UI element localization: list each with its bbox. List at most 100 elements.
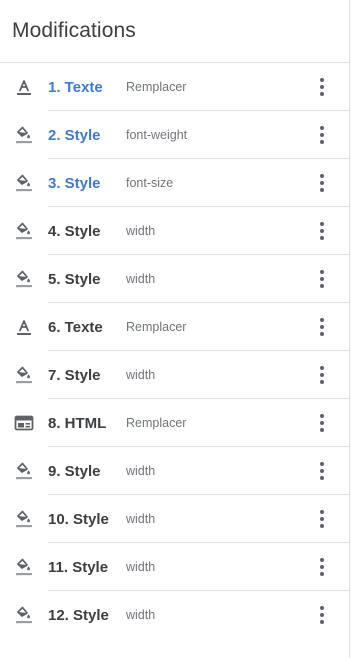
paint-bucket-icon — [12, 363, 36, 387]
modification-detail: width — [126, 272, 156, 286]
paint-bucket-icon — [12, 171, 36, 195]
modification-item[interactable]: 7. Style width — [0, 351, 349, 399]
more-dot — [320, 524, 324, 528]
modification-detail: width — [126, 512, 156, 526]
modification-item[interactable]: 9. Style width — [0, 447, 349, 495]
more-vert-icon[interactable] — [310, 551, 334, 583]
more-vert-icon[interactable] — [310, 167, 334, 199]
modification-item[interactable]: 1. Texte Remplacer — [0, 63, 349, 111]
more-dot — [320, 92, 324, 96]
modification-label: 7. Style — [48, 366, 101, 384]
modification-label: 10. Style — [48, 510, 109, 528]
more-dot — [320, 517, 324, 521]
more-dot — [320, 510, 324, 514]
panel-title: Modifications — [12, 19, 136, 42]
modifications-list: 1. Texte Remplacer 2. Style font-weight 3.… — [0, 63, 349, 639]
paint-bucket-icon — [12, 555, 36, 579]
modification-detail: width — [126, 224, 156, 238]
modification-label: 12. Style — [48, 606, 109, 624]
more-dot — [320, 620, 324, 624]
modification-detail: width — [126, 464, 156, 478]
more-vert-icon[interactable] — [310, 263, 334, 295]
modification-detail: Remplacer — [126, 320, 187, 334]
modification-detail: width — [126, 560, 156, 574]
more-vert-icon[interactable] — [310, 407, 334, 439]
modification-item[interactable]: 10. Style width — [0, 495, 349, 543]
more-dot — [320, 85, 324, 89]
modification-label: 8. HTML — [48, 414, 107, 432]
more-dot — [320, 133, 324, 137]
more-dot — [320, 428, 324, 432]
more-dot — [320, 188, 324, 192]
paint-bucket-icon — [12, 459, 36, 483]
modifications-panel: Modifications 1. Texte Remplacer 2. Style… — [0, 0, 350, 658]
more-dot — [320, 126, 324, 130]
modification-detail: width — [126, 368, 156, 382]
modification-detail: Remplacer — [126, 80, 187, 94]
more-dot — [320, 325, 324, 329]
text-format-icon — [12, 75, 36, 99]
more-dot — [320, 380, 324, 384]
modification-detail: font-weight — [126, 128, 188, 142]
more-dot — [320, 476, 324, 480]
more-dot — [320, 558, 324, 562]
modification-label: 3. Style — [48, 174, 101, 192]
more-dot — [320, 414, 324, 418]
more-dot — [320, 421, 324, 425]
more-vert-icon[interactable] — [310, 455, 334, 487]
modification-item[interactable]: 5. Style width — [0, 255, 349, 303]
more-vert-icon[interactable] — [310, 599, 334, 631]
modification-label: 1. Texte — [48, 78, 103, 96]
more-dot — [320, 332, 324, 336]
modification-label: 9. Style — [48, 462, 101, 480]
modification-item[interactable]: 2. Style font-weight — [0, 111, 349, 159]
more-dot — [320, 270, 324, 274]
more-dot — [320, 572, 324, 576]
paint-bucket-icon — [12, 603, 36, 627]
modification-item[interactable]: 4. Style width — [0, 207, 349, 255]
more-vert-icon[interactable] — [310, 215, 334, 247]
more-dot — [320, 277, 324, 281]
panel-header: Modifications — [0, 0, 349, 63]
more-dot — [320, 366, 324, 370]
paint-bucket-icon — [12, 267, 36, 291]
paint-bucket-icon — [12, 507, 36, 531]
more-dot — [320, 78, 324, 82]
more-vert-icon[interactable] — [310, 311, 334, 343]
more-vert-icon[interactable] — [310, 503, 334, 535]
more-vert-icon[interactable] — [310, 359, 334, 391]
more-dot — [320, 222, 324, 226]
more-dot — [320, 140, 324, 144]
more-dot — [320, 318, 324, 322]
more-dot — [320, 236, 324, 240]
more-dot — [320, 469, 324, 473]
more-dot — [320, 565, 324, 569]
more-dot — [320, 462, 324, 466]
modification-label: 5. Style — [48, 270, 101, 288]
modification-item[interactable]: 3. Style font-size — [0, 159, 349, 207]
modification-label: 2. Style — [48, 126, 101, 144]
modification-detail: font-size — [126, 176, 174, 190]
text-format-icon — [12, 315, 36, 339]
more-dot — [320, 613, 324, 617]
modification-detail: Remplacer — [126, 416, 187, 430]
paint-bucket-icon — [12, 219, 36, 243]
more-vert-icon[interactable] — [310, 119, 334, 151]
more-dot — [320, 606, 324, 610]
modification-item[interactable]: 12. Style width — [0, 591, 349, 639]
modification-label: 4. Style — [48, 222, 101, 240]
more-dot — [320, 174, 324, 178]
modification-item[interactable]: 8. HTML Remplacer — [0, 399, 349, 447]
more-dot — [320, 229, 324, 233]
modification-label: 11. Style — [48, 558, 109, 576]
modification-item[interactable]: 6. Texte Remplacer — [0, 303, 349, 351]
more-dot — [320, 373, 324, 377]
paint-bucket-icon — [12, 123, 36, 147]
more-dot — [320, 181, 324, 185]
more-vert-icon[interactable] — [310, 71, 334, 103]
more-dot — [320, 284, 324, 288]
html-block-icon — [12, 411, 36, 435]
modification-detail: width — [126, 608, 156, 622]
modification-label: 6. Texte — [48, 318, 103, 336]
modification-item[interactable]: 11. Style width — [0, 543, 349, 591]
